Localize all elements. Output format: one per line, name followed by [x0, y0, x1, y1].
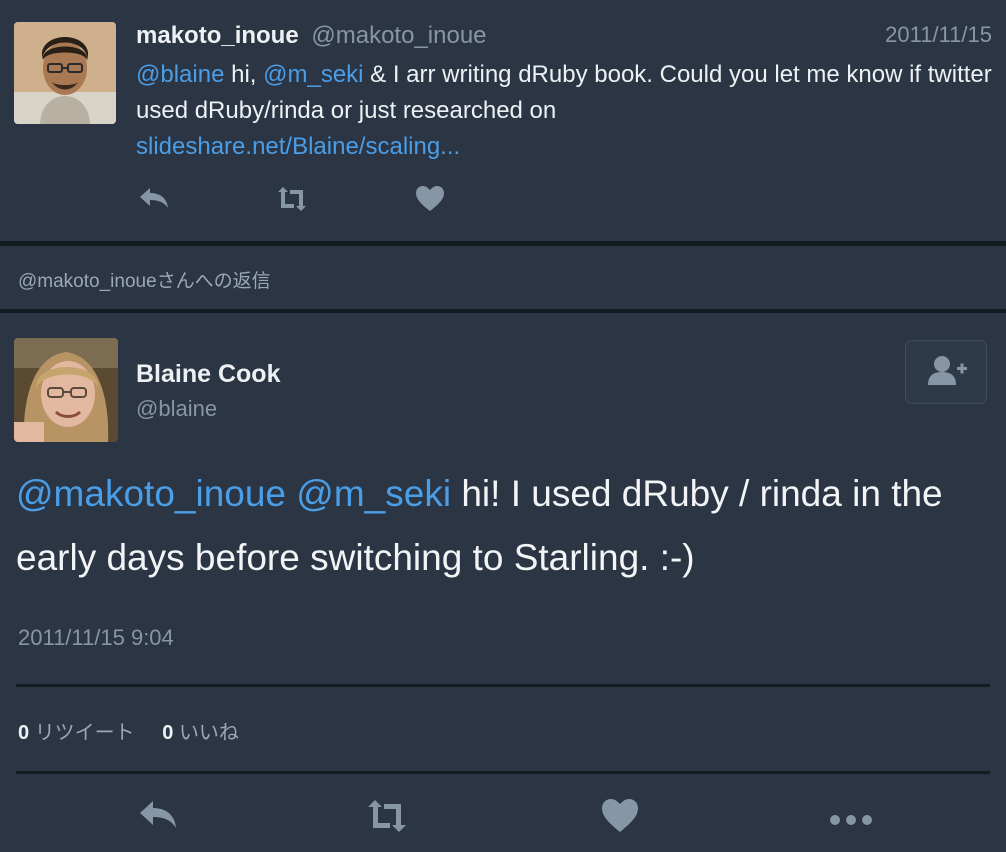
- like-stat[interactable]: 0 いいね: [162, 722, 239, 744]
- divider: [16, 684, 990, 687]
- more-button[interactable]: [826, 796, 876, 840]
- retweet-icon: [278, 187, 306, 211]
- mention-link[interactable]: @makoto_inoue: [16, 473, 286, 514]
- tweet-text: @blaine hi, @m_seki & I arr writing dRub…: [136, 57, 996, 165]
- more-icon: [830, 815, 872, 825]
- heart-icon: [602, 799, 638, 832]
- like-button[interactable]: [414, 184, 454, 214]
- parent-tweet[interactable]: makoto_inoue @makoto_inoue 2011/11/15 @b…: [0, 0, 1006, 243]
- tweet-timestamp[interactable]: 2011/11/15 9:04: [18, 625, 174, 651]
- avatar[interactable]: [14, 338, 118, 442]
- like-label: いいね: [178, 722, 239, 744]
- tweet-thread: makoto_inoue @makoto_inoue 2011/11/15 @b…: [0, 0, 1006, 852]
- heart-icon: [416, 186, 444, 211]
- tweet-actions: [136, 184, 466, 214]
- divider: [16, 771, 990, 774]
- retweet-count: 0: [18, 722, 30, 744]
- mention-link[interactable]: @blaine: [136, 61, 224, 88]
- divider: [0, 309, 1006, 313]
- mention-link[interactable]: @m_seki: [296, 473, 451, 514]
- url-link[interactable]: slideshare.net/Blaine/scaling...: [136, 133, 460, 160]
- reply-icon: [140, 188, 168, 208]
- retweet-button[interactable]: [272, 184, 312, 214]
- author-name[interactable]: Blaine Cook: [136, 360, 280, 389]
- author-handle[interactable]: @blaine: [136, 396, 217, 422]
- like-count: 0: [162, 722, 174, 744]
- tweet-actions: [0, 796, 1006, 846]
- reply-context-bar: @makoto_inoueさんへの返信: [0, 246, 1006, 308]
- tweet-text-segment: hi,: [224, 61, 264, 88]
- retweet-button[interactable]: [362, 796, 412, 840]
- retweet-label: リツイート: [34, 722, 135, 744]
- reply-icon: [140, 801, 176, 828]
- retweet-stat[interactable]: 0 リツイート: [18, 722, 135, 744]
- avatar[interactable]: [14, 22, 116, 124]
- reply-button[interactable]: [136, 184, 176, 214]
- tweet-stats: 0 リツイート 0 いいね: [18, 716, 239, 745]
- author-handle[interactable]: @makoto_inoue: [311, 22, 486, 49]
- tweet-text: @makoto_inoue @m_seki hi! I used dRuby /…: [16, 462, 996, 590]
- tweet-date[interactable]: 2011/11/15: [885, 22, 992, 48]
- retweet-icon: [368, 800, 406, 832]
- follow-button[interactable]: [905, 340, 987, 404]
- mention-link[interactable]: @m_seki: [263, 61, 363, 88]
- reply-button[interactable]: [136, 796, 186, 840]
- tweet-header: makoto_inoue @makoto_inoue 2011/11/15: [136, 22, 992, 52]
- author-name[interactable]: makoto_inoue: [136, 22, 299, 49]
- like-button[interactable]: [600, 796, 650, 840]
- add-user-icon: [928, 356, 967, 385]
- reply-context-text[interactable]: @makoto_inoueさんへの返信: [18, 266, 271, 293]
